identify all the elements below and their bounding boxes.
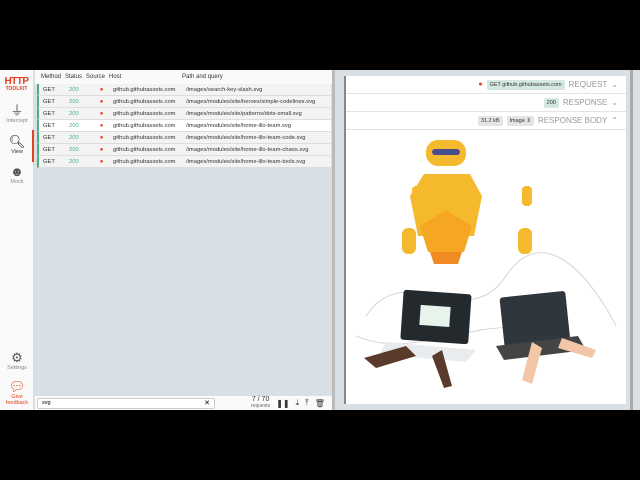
response-card-header[interactable]: 200 RESPONSE ⌄ bbox=[346, 94, 626, 112]
status: 200 bbox=[69, 158, 79, 165]
path: /images/search-key-slash.svg bbox=[186, 86, 263, 93]
column-status[interactable]: Status bbox=[65, 74, 86, 80]
request-pill: GET github.githubassets.com bbox=[486, 79, 565, 90]
table-row[interactable]: GET 200 ● github.githubassets.com/images/mo… bbox=[37, 108, 331, 120]
speech-bubble-icon: 💬︎ bbox=[8, 379, 26, 394]
method: GET bbox=[43, 86, 55, 93]
status: 200 bbox=[69, 146, 79, 153]
filter-input[interactable]: svg ✕ bbox=[37, 397, 215, 409]
source-icon: ● bbox=[99, 146, 104, 153]
logo: HTTP TOOLKIT bbox=[4, 76, 29, 92]
method: GET bbox=[43, 98, 55, 105]
chevron-up-icon[interactable]: ⌃ bbox=[611, 116, 618, 125]
method: GET bbox=[43, 146, 55, 153]
response-image-preview bbox=[355, 140, 617, 388]
source-icon: ● bbox=[99, 158, 104, 165]
host: github.githubassets.com bbox=[113, 98, 176, 105]
method: GET bbox=[43, 122, 55, 129]
plug-icon: ⏚ bbox=[10, 103, 24, 118]
request-list: Method Status Source Host Path and query… bbox=[35, 70, 332, 410]
search-icon: 🔍︎ bbox=[8, 134, 26, 149]
table-row[interactable]: GET 200 ● github.githubassets.com/images/mo… bbox=[37, 96, 331, 108]
request-card-header[interactable]: ● GET github.githubassets.com REQUEST ⌄ bbox=[346, 76, 626, 94]
table-row[interactable]: GET 200 ● github.githubassets.com/images/mo… bbox=[37, 144, 331, 156]
chevron-down-icon[interactable]: ⌄ bbox=[611, 80, 618, 89]
path: /images/modules/site/home-illo-team-chao… bbox=[186, 146, 309, 153]
clear-filter-icon[interactable]: ✕ bbox=[204, 399, 214, 407]
source-icon: ● bbox=[99, 86, 104, 93]
list-footer: svg ✕ 7 / 70 requests ❚❚ ⤓ ⤒ 🗑︎ bbox=[35, 396, 332, 410]
detail-pane: ● GET github.githubassets.com REQUEST ⌄ … bbox=[344, 76, 626, 404]
status: 200 bbox=[69, 122, 79, 129]
status: 200 bbox=[69, 134, 79, 141]
sidebar-item-settings[interactable]: ⚙ Settings bbox=[0, 350, 34, 371]
table-row[interactable]: GET 200 ● github.githubassets.com/images/mo… bbox=[37, 132, 331, 144]
download-icon[interactable]: ⤓ bbox=[296, 398, 300, 408]
source-icon: ● bbox=[99, 98, 104, 105]
status: 200 bbox=[69, 86, 79, 93]
host: github.githubassets.com bbox=[113, 134, 176, 141]
sidebar-item-feedback[interactable]: 💬︎ Give feedback bbox=[0, 379, 34, 406]
chevron-down-icon[interactable]: ⌄ bbox=[611, 98, 618, 107]
status-badge: 200 bbox=[543, 97, 559, 108]
upload-icon[interactable]: ⤒ bbox=[305, 398, 309, 408]
status: 200 bbox=[69, 110, 79, 117]
body-format-select[interactable]: Image ⇕ bbox=[506, 115, 534, 126]
method: GET bbox=[43, 158, 55, 165]
host: github.githubassets.com bbox=[113, 122, 176, 129]
path: /images/modules/site/home-illo-team.svg bbox=[186, 122, 292, 129]
status: 200 bbox=[69, 98, 79, 105]
host: github.githubassets.com bbox=[113, 86, 176, 93]
host: github.githubassets.com bbox=[113, 146, 176, 153]
request-label: REQUEST bbox=[568, 80, 608, 89]
response-label: RESPONSE bbox=[562, 98, 608, 107]
list-scrollbar[interactable] bbox=[332, 70, 335, 410]
detail-scrollbar[interactable] bbox=[630, 70, 633, 410]
column-host[interactable]: Host bbox=[109, 74, 182, 80]
table-row[interactable]: GET 200 ● github.githubassets.com/images/se… bbox=[37, 84, 331, 96]
table-row[interactable]: GET 200 ● github.githubassets.com/images/mo… bbox=[37, 156, 331, 168]
method: GET bbox=[43, 134, 55, 141]
column-source[interactable]: Source bbox=[86, 74, 109, 80]
host: github.githubassets.com bbox=[113, 158, 176, 165]
response-body-header[interactable]: 31.2 kB Image ⇕ RESPONSE BODY ⌃ bbox=[346, 112, 626, 130]
pause-icon[interactable]: ❚❚ bbox=[276, 399, 289, 408]
sidebar-item-intercept[interactable]: ⏚ Intercept bbox=[0, 103, 34, 124]
trash-icon[interactable]: 🗑︎ bbox=[315, 399, 325, 408]
source-icon: ● bbox=[99, 110, 104, 117]
sidebar: HTTP TOOLKIT ⏚ Intercept 🔍︎ View ☻ Mock ⚙ Set… bbox=[0, 70, 34, 410]
path: /images/modules/site/patterns/dots-small… bbox=[186, 110, 302, 117]
path: /images/modules/site/home-illo-team-tool… bbox=[186, 158, 306, 165]
sidebar-item-mock[interactable]: ☻ Mock bbox=[0, 164, 34, 185]
source-icon: ● bbox=[478, 81, 483, 88]
table-row[interactable]: GET 200 ● github.githubassets.com/images/mo… bbox=[37, 120, 331, 132]
method: GET bbox=[43, 110, 55, 117]
app-window: HTTP TOOLKIT ⏚ Intercept 🔍︎ View ☻ Mock ⚙ Set… bbox=[0, 70, 640, 410]
body-size: 31.2 kB bbox=[477, 115, 503, 126]
theater-masks-icon: ☻ bbox=[10, 164, 24, 179]
response-body-label: RESPONSE BODY bbox=[537, 116, 608, 125]
gear-icon: ⚙ bbox=[11, 350, 23, 365]
table-header: Method Status Source Host Path and query bbox=[35, 70, 332, 84]
column-method[interactable]: Method bbox=[35, 74, 65, 80]
source-icon: ● bbox=[99, 134, 104, 141]
path: /images/modules/site/heroes/simple-codel… bbox=[186, 98, 316, 105]
sidebar-item-view[interactable]: 🔍︎ View bbox=[0, 130, 34, 162]
path: /images/modules/site/home-illo-team-code… bbox=[186, 134, 306, 141]
source-icon: ● bbox=[99, 122, 104, 129]
request-count: 7 / 70 requests bbox=[251, 396, 271, 409]
host: github.githubassets.com bbox=[113, 110, 176, 117]
column-path[interactable]: Path and query bbox=[182, 74, 332, 80]
